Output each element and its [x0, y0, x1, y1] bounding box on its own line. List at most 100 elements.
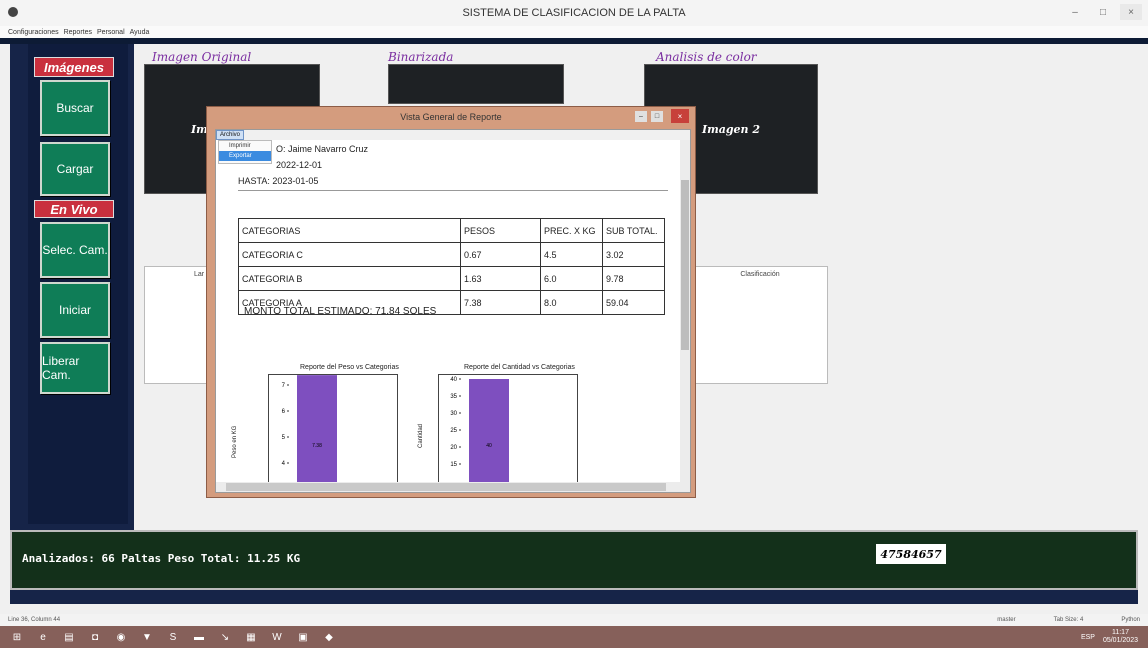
table-cell: 3.02 — [602, 242, 665, 267]
minimize-button[interactable]: – — [1064, 4, 1086, 20]
chart-data-label: 40 — [486, 443, 492, 449]
table-header: PREC. X KG — [540, 218, 603, 243]
report-vertical-scrollbar[interactable] — [680, 140, 690, 485]
table-header: SUB TOTAL. — [602, 218, 665, 243]
python-icon[interactable]: ◆ — [318, 628, 340, 646]
taskbar: ⊞ e ▤ ◘ ◉ ▼ S ▬ ↘ ▦ W ▣ ◆ ESP 11:17 05/0… — [0, 626, 1148, 648]
clasificacion-header: Clasificación — [740, 271, 780, 278]
close-button[interactable]: × — [1120, 4, 1142, 20]
table-cell: CATEGORIA B — [238, 266, 461, 291]
window-controls: – □ × — [1064, 4, 1142, 20]
report-divider — [238, 190, 668, 191]
chart1-ylabel: Peso en KG — [232, 425, 238, 458]
table-cell: 6.0 — [540, 266, 603, 291]
tray-lang[interactable]: ESP — [1081, 634, 1095, 641]
analizados-text: Analizados: 66 Paltas Peso Total: 11.25 … — [22, 552, 301, 565]
brave-icon[interactable]: ▼ — [136, 628, 158, 646]
iniciar-button[interactable]: Iniciar — [40, 282, 110, 338]
selec-cam-button[interactable]: Selec. Cam. — [40, 222, 110, 278]
chart2-ylabel: Cantidad — [418, 423, 424, 448]
chart-bar — [469, 379, 509, 492]
tab-size[interactable]: Tab Size: 4 — [1054, 617, 1084, 623]
desde-text: 2022-12-01 — [276, 160, 323, 170]
report-title: Vista General de Reporte — [400, 112, 502, 122]
report-close-button[interactable]: × — [671, 109, 689, 123]
report-minimize-button[interactable]: – — [635, 111, 647, 122]
report-window: Vista General de Reporte – □ × Archivo I… — [206, 106, 696, 498]
photos-icon[interactable]: ▣ — [292, 628, 314, 646]
analisis-color-label: Analisis de color — [656, 50, 757, 64]
table-cell: 8.0 — [540, 290, 603, 315]
sigi-icon[interactable]: ▦ — [240, 628, 262, 646]
table-header: PESOS — [460, 218, 541, 243]
chart-data-label: 7.38 — [312, 443, 322, 449]
start-icon[interactable]: ⊞ — [6, 628, 28, 646]
left-data-panel: Lar — [144, 266, 208, 384]
chart2: 40 35 30 25 20 15 40 — [438, 374, 578, 492]
cargar-button[interactable]: Cargar — [40, 142, 110, 196]
report-body: Archivo Imprimir Exportar O: Jaime Navar… — [215, 129, 691, 493]
report-menubar: Archivo — [216, 130, 690, 140]
chrome-icon[interactable]: ◉ — [110, 628, 132, 646]
maximize-button[interactable]: □ — [1092, 4, 1114, 20]
imagenes-label: Imágenes — [34, 57, 114, 77]
report-maximize-button[interactable]: □ — [651, 111, 663, 122]
language-mode[interactable]: Python — [1121, 617, 1140, 623]
table-cell: 1.63 — [460, 266, 541, 291]
chart-tick-label: 4 — [282, 461, 286, 467]
status-panel: Analizados: 66 Paltas Peso Total: 11.25 … — [10, 530, 1138, 590]
menu-reportes[interactable]: Reportes — [64, 29, 92, 36]
cursor-position: Line 36, Column 44 — [8, 617, 61, 623]
terminal-icon[interactable]: ▬ — [188, 628, 210, 646]
explorer-icon[interactable]: ▤ — [58, 628, 80, 646]
table-header-row: CATEGORIAS PESOS PREC. X KG SUB TOTAL. — [238, 218, 665, 243]
table-cell: 9.78 — [602, 266, 665, 291]
exportar-menu-item[interactable]: Exportar — [219, 151, 271, 161]
table-cell: 4.5 — [540, 242, 603, 267]
chart-tick-label: 25 — [450, 428, 457, 434]
imagen-original-label: Imagen Original — [152, 50, 252, 64]
window-title: SISTEMA DE CLASIFICACION DE LA PALTA — [462, 7, 686, 19]
clock-time: 11:17 — [1111, 629, 1129, 636]
report-horizontal-scrollbar[interactable] — [216, 482, 690, 492]
chart-tick-label: 7 — [282, 383, 286, 389]
archivo-menu[interactable]: Archivo — [216, 130, 245, 140]
word-icon[interactable]: W — [266, 628, 288, 646]
clock[interactable]: 11:17 05/01/2023 — [1103, 629, 1138, 645]
liberar-cam-button[interactable]: Liberar Cam. — [40, 342, 110, 394]
clock-date: 05/01/2023 — [1102, 637, 1138, 644]
table-cell: 59.04 — [602, 290, 665, 315]
hasta-text: HASTA: 2023-01-05 — [238, 176, 319, 186]
operator-id-field: 47584657 — [876, 544, 946, 564]
chart1-svg: 765437.38 — [282, 375, 337, 492]
imprimir-menu-item[interactable]: Imprimir — [219, 141, 271, 151]
chart2-svg: 40 35 30 25 20 15 40 — [450, 377, 509, 492]
operator-text: O: Jaime Navarro Cruz — [276, 144, 369, 154]
menu-personal[interactable]: Personal — [97, 29, 125, 36]
git-branch[interactable]: master — [997, 617, 1015, 623]
binarizada-label: Binarizada — [388, 50, 454, 64]
chart-bar — [297, 375, 337, 492]
chart-tick-label: 30 — [450, 411, 457, 417]
chart-tick-label: 5 — [282, 435, 286, 441]
buscar-button[interactable]: Buscar — [40, 80, 110, 136]
horizontal-scroll-thumb[interactable] — [226, 483, 666, 491]
chart-tick-label: 35 — [450, 394, 457, 400]
chart1-title: Reporte del Peso vs Categorias — [300, 364, 399, 371]
report-table: CATEGORIAS PESOS PREC. X KG SUB TOTAL. C… — [238, 218, 665, 315]
total-text: MONTO TOTAL ESTIMADO: 71.84 SOLES — [244, 306, 437, 317]
menu-bar: Configuraciones Reportes Personal Ayuda — [0, 26, 1148, 38]
menu-configuraciones[interactable]: Configuraciones — [8, 29, 59, 36]
vertical-scroll-thumb[interactable] — [681, 180, 689, 350]
app-icon-taskbar[interactable]: ↘ — [214, 628, 236, 646]
binarizada-box — [388, 64, 564, 104]
sublime-icon[interactable]: S — [162, 628, 184, 646]
ie-icon[interactable]: e — [32, 628, 54, 646]
store-icon[interactable]: ◘ — [84, 628, 106, 646]
left-panel-header: Lar — [193, 271, 205, 278]
archivo-dropdown: Imprimir Exportar — [218, 140, 272, 164]
menu-ayuda[interactable]: Ayuda — [130, 29, 150, 36]
app-icon — [8, 7, 18, 17]
table-cell: 7.38 — [460, 290, 541, 315]
clasificacion-panel: Clasificación — [692, 266, 828, 384]
